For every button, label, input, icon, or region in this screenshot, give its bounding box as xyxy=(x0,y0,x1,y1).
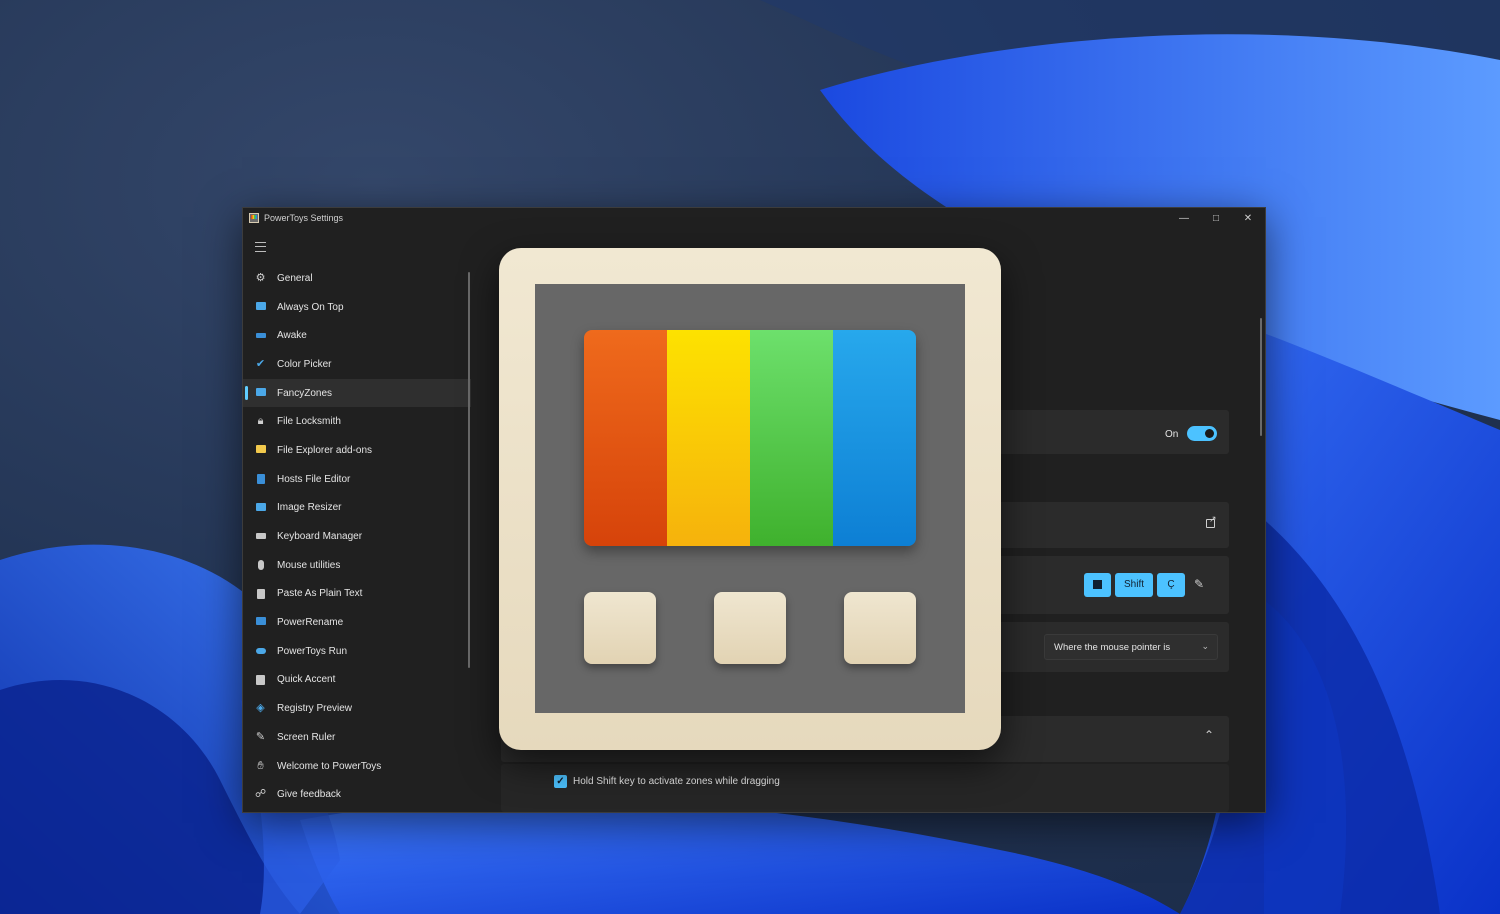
mouse-icon xyxy=(255,559,266,570)
logo-key xyxy=(714,592,786,664)
hold-shift-checkbox[interactable]: ✓ xyxy=(554,775,567,788)
logo-bar-orange xyxy=(584,330,667,546)
sidebar-item-label: Hosts File Editor xyxy=(277,473,351,485)
sidebar-item-give-feedback[interactable]: ☍ Give feedback xyxy=(243,780,471,809)
sidebar-item-label: Keyboard Manager xyxy=(277,531,363,543)
sidebar-item-color-picker[interactable]: ✔ Color Picker xyxy=(243,350,471,379)
sidebar-item-label: Paste As Plain Text xyxy=(277,588,363,600)
maximize-button[interactable]: □ xyxy=(1207,211,1225,227)
gear-icon: ⚙ xyxy=(255,272,266,284)
fancyzones-icon xyxy=(255,387,266,398)
edit-shortcut-icon[interactable]: ✎ xyxy=(1194,577,1204,591)
sidebar-item-always-on-top[interactable]: Always On Top xyxy=(243,293,471,322)
run-icon xyxy=(255,646,266,656)
sidebar-item-mouse-utilities[interactable]: Mouse utilities xyxy=(243,551,471,580)
sidebar-item-label: Image Resizer xyxy=(277,502,342,514)
sidebar-item-label: Registry Preview xyxy=(277,703,353,715)
registry-icon: ◈ xyxy=(256,702,265,715)
sidebar-item-image-resizer[interactable]: Image Resizer xyxy=(243,494,471,523)
powertoys-app-icon xyxy=(249,213,259,223)
sidebar-item-label: Mouse utilities xyxy=(277,559,341,571)
sidebar-item-file-locksmith[interactable]: 🔒︎ File Locksmith xyxy=(243,407,471,436)
chevron-down-icon: ⌄ xyxy=(1201,641,1209,651)
sidebar-item-general[interactable]: ⚙ General xyxy=(243,264,471,293)
editor-location-dropdown[interactable]: Where the mouse pointer is ⌄ xyxy=(1044,634,1218,660)
window-title: PowerToys Settings xyxy=(264,213,344,223)
sidebar-item-label: Always On Top xyxy=(277,301,344,313)
sidebar-item-label: FancyZones xyxy=(277,387,333,399)
title-bar[interactable]: PowerToys Settings — □ ✕ xyxy=(243,208,1265,230)
sidebar-item-label: Give feedback xyxy=(277,789,341,801)
sidebar-item-label: Welcome to PowerToys xyxy=(277,760,382,772)
chevron-up-icon[interactable]: ⌃ xyxy=(1204,728,1214,742)
image-resizer-icon xyxy=(255,502,266,513)
sidebar-item-label: General xyxy=(277,272,313,284)
sidebar-item-keyboard-manager[interactable]: Keyboard Manager xyxy=(243,522,471,551)
sidebar-item-powertoys-run[interactable]: PowerToys Run xyxy=(243,637,471,666)
sidebar-item-fancyzones[interactable]: FancyZones xyxy=(243,378,471,408)
rename-icon xyxy=(255,617,266,627)
sidebar-item-label: Color Picker xyxy=(277,358,332,370)
sidebar-item-label: Quick Accent xyxy=(277,674,336,686)
sidebar-item-awake[interactable]: Awake xyxy=(243,321,471,350)
sidebar-item-welcome[interactable]: ✋︎ Welcome to PowerToys xyxy=(243,752,471,781)
clipboard-icon xyxy=(255,588,266,599)
toggle-state-label: On xyxy=(1165,429,1179,440)
accent-icon xyxy=(255,674,266,685)
logo-key xyxy=(584,592,656,664)
dropdown-selected-value: Where the mouse pointer is xyxy=(1054,642,1171,653)
sidebar-item-registry-preview[interactable]: ◈ Registry Preview xyxy=(243,694,471,723)
sidebar-item-label: Screen Ruler xyxy=(277,731,336,743)
logo-color-bars xyxy=(584,330,916,546)
feedback-icon: ☍ xyxy=(255,788,267,801)
content-scrollbar[interactable] xyxy=(1260,318,1262,436)
folder-icon xyxy=(255,445,266,455)
awake-icon xyxy=(255,330,266,340)
lock-icon: 🔒︎ xyxy=(257,415,264,428)
logo-screen xyxy=(535,284,965,713)
keyboard-icon xyxy=(255,531,266,541)
logo-bar-green xyxy=(750,330,833,546)
sidebar-item-label: PowerRename xyxy=(277,617,344,629)
sidebar-item-label: PowerToys Run xyxy=(277,645,348,657)
sidebar-nav: ⚙ General Always On Top Awake ✔ Color Pi… xyxy=(243,264,471,809)
sidebar-item-quick-accent[interactable]: Quick Accent xyxy=(243,666,471,695)
ruler-icon: ✎ xyxy=(255,731,266,743)
sidebar-item-paste-as-plain-text[interactable]: Paste As Plain Text xyxy=(243,580,471,609)
document-icon xyxy=(255,473,266,484)
sidebar-item-screen-ruler[interactable]: ✎ Screen Ruler xyxy=(243,723,471,752)
hotkey-shift-key: Shift xyxy=(1115,573,1153,597)
enable-fancyzones-toggle[interactable] xyxy=(1187,426,1217,441)
sidebar-item-powerrename[interactable]: PowerRename xyxy=(243,608,471,637)
close-button[interactable]: ✕ xyxy=(1239,211,1257,227)
hotkey-win-key xyxy=(1084,573,1111,597)
windows-logo-icon xyxy=(1093,579,1102,589)
hold-shift-label: Hold Shift key to activate zones while d… xyxy=(573,776,780,787)
zone-behavior-content xyxy=(501,764,1229,812)
sidebar-item-label: File Explorer add-ons xyxy=(277,444,373,456)
welcome-icon: ✋︎ xyxy=(257,759,264,772)
minimize-button[interactable]: — xyxy=(1175,211,1193,227)
sidebar-item-hosts-file-editor[interactable]: Hosts File Editor xyxy=(243,465,471,494)
powertoys-logo xyxy=(499,248,1001,750)
hotkey-char-key: Ç xyxy=(1157,573,1185,597)
sidebar-item-label: File Locksmith xyxy=(277,416,341,428)
sidebar-scrollbar[interactable] xyxy=(468,272,470,668)
sidebar-item-file-explorer-addons[interactable]: File Explorer add-ons xyxy=(243,436,471,465)
color-picker-icon: ✔ xyxy=(255,358,266,371)
logo-bar-yellow xyxy=(667,330,750,546)
sidebar-item-label: Awake xyxy=(277,330,307,342)
hamburger-menu-icon[interactable] xyxy=(255,242,266,252)
logo-key xyxy=(844,592,916,664)
logo-bar-blue xyxy=(833,330,916,546)
always-on-top-icon xyxy=(255,301,266,312)
open-external-icon[interactable] xyxy=(1206,514,1217,528)
